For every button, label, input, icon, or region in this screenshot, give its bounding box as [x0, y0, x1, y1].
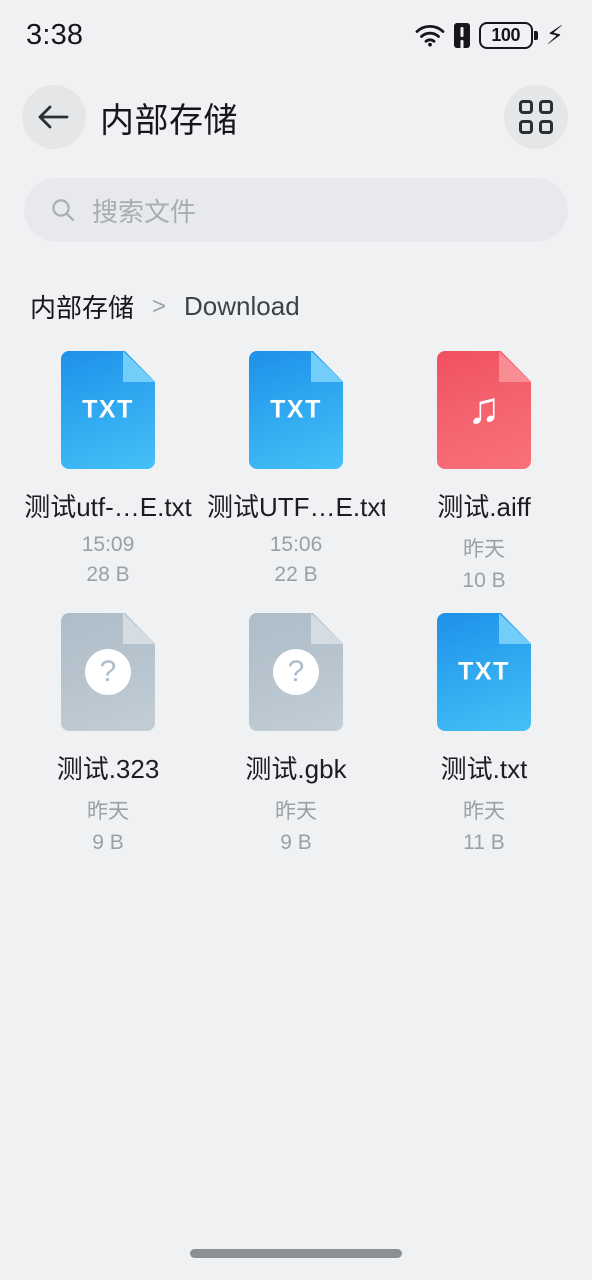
file-size: 11 B — [463, 831, 505, 854]
search-bar[interactable]: 搜索文件 — [24, 178, 568, 242]
page-title: 内部存储 — [100, 101, 238, 140]
file-time: 昨天 — [275, 800, 317, 823]
file-type-label: TXT — [458, 657, 510, 686]
breadcrumb-root[interactable]: 内部存储 — [30, 288, 134, 325]
file-type-label: TXT — [270, 395, 322, 424]
audio-file-icon: ♫ — [437, 351, 531, 469]
file-item[interactable]: ? 测试.323 昨天 9 B — [14, 613, 202, 855]
question-mark-icon: ? — [273, 649, 319, 695]
breadcrumb-current[interactable]: Download — [184, 291, 300, 322]
file-size: 10 B — [462, 569, 506, 592]
file-name: 测试.gbk — [245, 754, 347, 784]
back-button[interactable] — [22, 85, 86, 149]
file-time: 昨天 — [87, 800, 129, 823]
file-type-label: TXT — [82, 395, 134, 424]
unknown-file-icon: ? — [249, 613, 343, 731]
battery-icon: 100 — [478, 21, 538, 49]
view-toggle-button[interactable] — [504, 85, 568, 149]
file-size: 28 B — [86, 563, 130, 586]
file-item[interactable]: ? 测试.gbk 昨天 9 B — [202, 613, 390, 855]
file-manager-screen: 3:38 100 ⚡ 内部存储 搜索文件 内部存储 > Download TXT… — [0, 0, 592, 1280]
txt-file-icon: TXT — [61, 351, 155, 469]
wifi-icon — [415, 24, 445, 47]
file-name: 测试.323 — [56, 754, 160, 784]
file-item[interactable]: TXT 测试utf-…E.txt 15:09 28 B — [14, 351, 202, 593]
back-arrow-icon — [38, 105, 69, 129]
file-size: 9 B — [92, 831, 124, 854]
home-indicator[interactable] — [190, 1249, 402, 1258]
file-size: 9 B — [280, 831, 312, 854]
search-input[interactable]: 搜索文件 — [92, 192, 196, 229]
file-name: 测试utf-…E.txt — [24, 492, 192, 522]
file-item[interactable]: TXT 测试.txt 昨天 11 B — [390, 613, 578, 855]
file-item[interactable]: TXT 测试UTF…E.txt 15:06 22 B — [202, 351, 390, 593]
file-size: 22 B — [274, 563, 318, 586]
status-bar: 3:38 100 ⚡ — [0, 0, 592, 70]
question-mark-icon: ? — [85, 649, 131, 695]
unknown-file-icon: ? — [61, 613, 155, 731]
file-time: 15:06 — [269, 533, 323, 556]
search-icon — [52, 199, 75, 222]
file-grid: TXT 测试utf-…E.txt 15:09 28 B TXT 测试UTF…E.… — [0, 351, 592, 855]
file-time: 昨天 — [463, 800, 505, 823]
charging-bolt-icon: ⚡ — [545, 20, 564, 50]
txt-file-icon: TXT — [249, 351, 343, 469]
sim-alert-icon — [453, 22, 470, 48]
file-time: 15:09 — [81, 533, 135, 556]
file-name: 测试.aiff — [437, 492, 531, 522]
status-icon-group: 100 ⚡ — [415, 20, 564, 50]
grid-view-icon — [519, 100, 553, 134]
file-name: 测试.txt — [440, 754, 528, 784]
file-item[interactable]: ♫ 测试.aiff 昨天 10 B — [390, 351, 578, 593]
music-note-icon: ♫ — [467, 384, 501, 434]
file-time: 昨天 — [463, 538, 505, 561]
txt-file-icon: TXT — [437, 613, 531, 731]
file-name: 测试UTF…E.txt — [207, 492, 385, 522]
app-header: 内部存储 — [0, 78, 592, 156]
chevron-right-icon: > — [152, 292, 167, 320]
battery-percent-label: 100 — [491, 24, 521, 45]
status-time: 3:38 — [26, 18, 84, 51]
breadcrumb: 内部存储 > Download — [30, 288, 592, 325]
